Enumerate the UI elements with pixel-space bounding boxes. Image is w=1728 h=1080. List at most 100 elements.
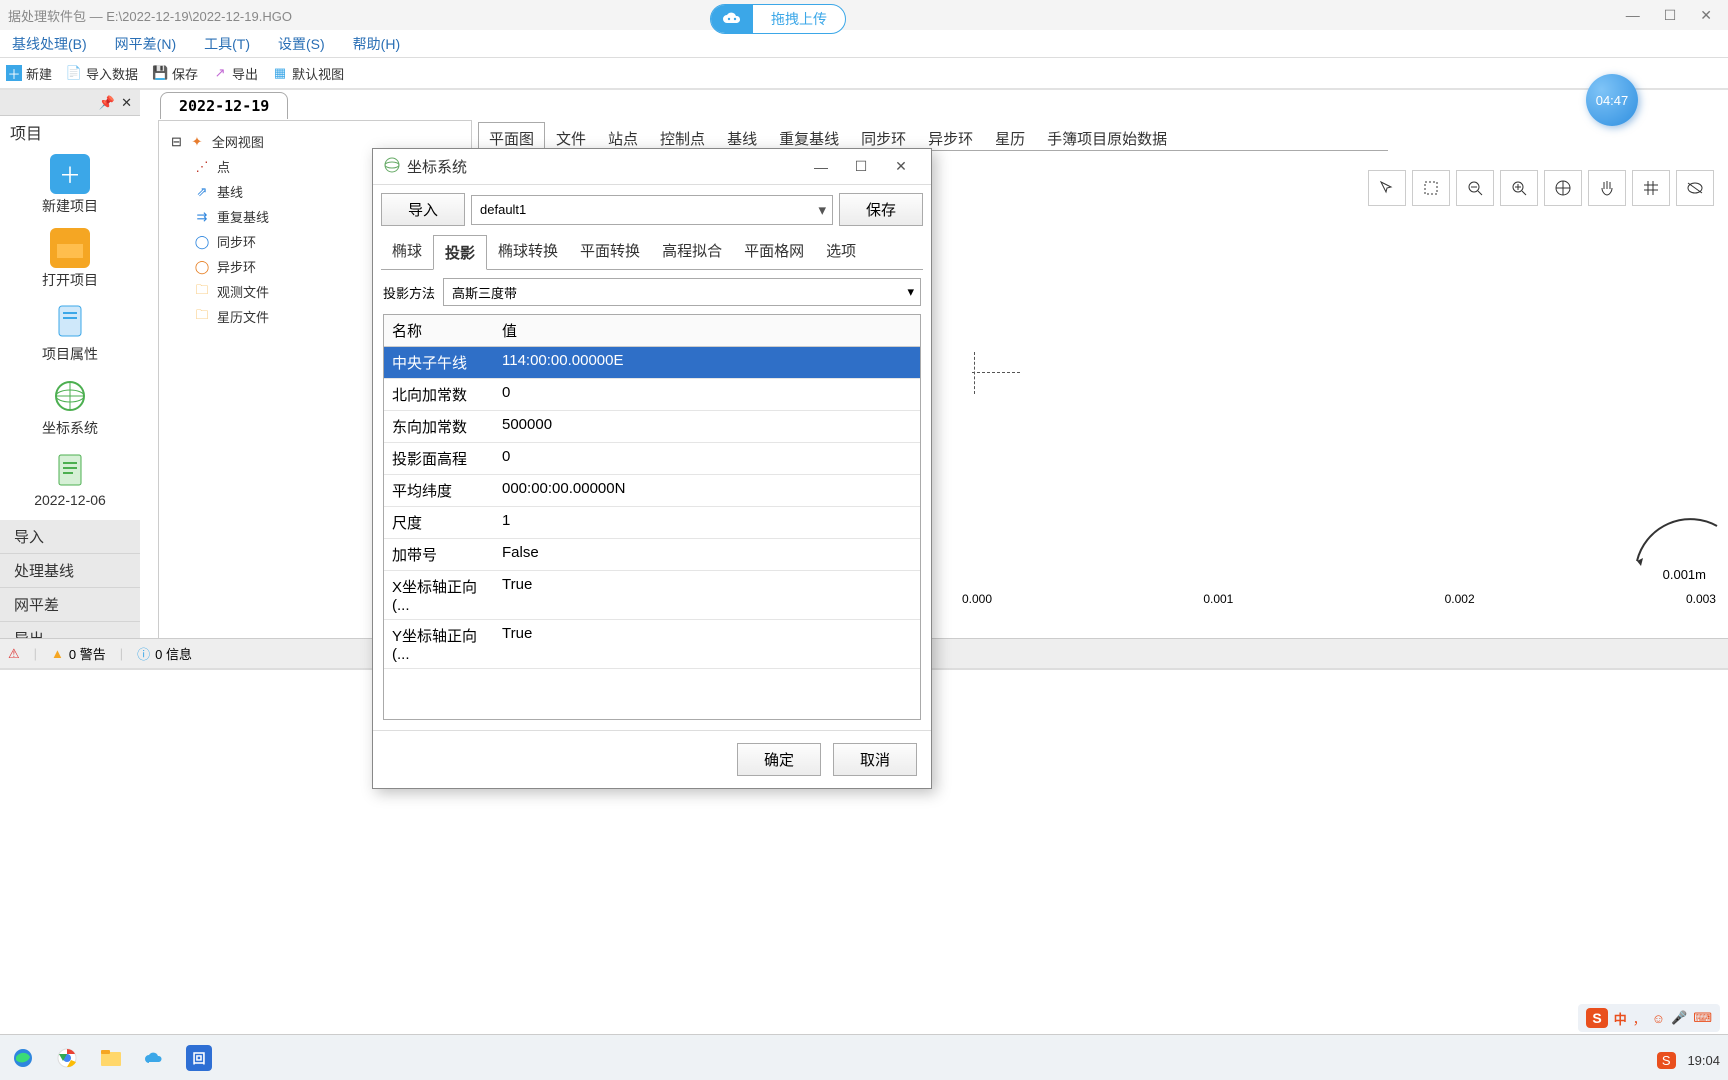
grid-row[interactable]: X坐标轴正向(...True	[384, 571, 920, 620]
zoom-extent-tool[interactable]	[1544, 170, 1582, 206]
app-icon[interactable]: 回	[186, 1045, 212, 1071]
tab-sync[interactable]: 同步环	[850, 122, 917, 150]
new-project[interactable]: ＋ 新建项目	[0, 148, 140, 222]
tab-ephemeris[interactable]: 星历	[984, 122, 1036, 150]
project-props[interactable]: 项目属性	[0, 296, 140, 370]
document-tab[interactable]: 2022-12-19	[160, 92, 288, 119]
dialog-maximize[interactable]: ☐	[841, 158, 881, 175]
tab-projection[interactable]: 投影	[433, 235, 487, 270]
pan-tool[interactable]	[1588, 170, 1626, 206]
tab-plane-grid[interactable]: 平面格网	[733, 234, 815, 269]
grid-row[interactable]: 中央子午线114:00:00.00000E	[384, 347, 920, 379]
folder-icon	[50, 228, 90, 268]
cell-value[interactable]: 0	[494, 443, 920, 474]
axis-marker-v	[974, 352, 975, 394]
ime-smile-icon[interactable]: ☺	[1652, 1011, 1665, 1026]
close-button[interactable]: ✕	[1700, 7, 1712, 24]
export-button[interactable]: ↗导出	[212, 64, 258, 83]
ok-button[interactable]: 确定	[737, 743, 821, 776]
explorer-icon[interactable]	[98, 1045, 124, 1071]
new-icon: ＋	[6, 65, 22, 81]
tab-options[interactable]: 选项	[815, 234, 867, 269]
main-toolbar: ＋新建 📄导入数据 💾保存 ↗导出 ▦默认视图	[0, 58, 1728, 90]
tab-ellip-trans[interactable]: 椭球转换	[487, 234, 569, 269]
cell-value[interactable]: True	[494, 620, 920, 668]
ime-s-icon[interactable]: S	[1586, 1008, 1607, 1028]
cell-value[interactable]: 500000	[494, 411, 920, 442]
menu-tools[interactable]: 工具(T)	[204, 34, 250, 54]
new-button[interactable]: ＋新建	[6, 64, 52, 83]
ellipse-tool[interactable]	[1676, 170, 1714, 206]
pointer-tool[interactable]	[1368, 170, 1406, 206]
tab-ellipsoid[interactable]: 椭球	[381, 234, 433, 269]
zoom-in-tool[interactable]	[1500, 170, 1538, 206]
import-button[interactable]: 📄导入数据	[66, 64, 138, 83]
grid-row[interactable]: 东向加常数500000	[384, 411, 920, 443]
menu-settings[interactable]: 设置(S)	[278, 34, 325, 54]
tab-file[interactable]: 文件	[545, 122, 597, 150]
action-import[interactable]: 导入	[0, 520, 140, 554]
panel-close-icon[interactable]: ✕	[121, 95, 132, 111]
dialog-close[interactable]: ✕	[881, 158, 921, 175]
maximize-button[interactable]: ☐	[1664, 7, 1677, 24]
proj-method-combo[interactable]: 高斯三度带	[443, 278, 921, 306]
cell-value[interactable]: False	[494, 539, 920, 570]
tab-rawdata[interactable]: 手簿项目原始数据	[1036, 122, 1178, 150]
ime-comma-icon[interactable]: ，	[1633, 1009, 1646, 1028]
grid-row[interactable]: 加带号False	[384, 539, 920, 571]
ime-keyboard-icon[interactable]: ⌨	[1693, 1010, 1712, 1026]
tab-station[interactable]: 站点	[597, 122, 649, 150]
status-info[interactable]: ⓘ0 信息	[137, 644, 192, 663]
tab-planview[interactable]: 平面图	[478, 122, 545, 150]
open-project[interactable]: 打开项目	[0, 222, 140, 296]
tab-repeat[interactable]: 重复基线	[768, 122, 850, 150]
menu-bar: 基线处理(B) 网平差(N) 工具(T) 设置(S) 帮助(H)	[0, 30, 1728, 58]
recent-project[interactable]: 2022-12-06	[0, 444, 140, 514]
taskbar-clock[interactable]: S 19:04	[1657, 1052, 1720, 1068]
dialog-import-button[interactable]: 导入	[381, 193, 465, 226]
minimize-button[interactable]: —	[1626, 7, 1640, 24]
cloud-app-icon[interactable]	[142, 1045, 168, 1071]
cell-value[interactable]: 0	[494, 379, 920, 410]
ime-mic-icon[interactable]: 🎤	[1671, 1010, 1687, 1026]
menu-netadj[interactable]: 网平差(N)	[115, 34, 176, 54]
grid-row[interactable]: 北向加常数0	[384, 379, 920, 411]
grid-row[interactable]: 平均纬度000:00:00.00000N	[384, 475, 920, 507]
dialog-save-button[interactable]: 保存	[839, 193, 923, 226]
cell-value[interactable]: 114:00:00.00000E	[494, 347, 920, 378]
collapse-icon[interactable]: ⊟	[171, 134, 182, 150]
save-button[interactable]: 💾保存	[152, 64, 198, 83]
status-warn[interactable]: ▲0 警告	[51, 644, 106, 663]
dialog-titlebar[interactable]: 坐标系统 — ☐ ✕	[373, 149, 931, 185]
ime-indicator[interactable]: S	[1657, 1052, 1676, 1069]
grid-row[interactable]: 投影面高程0	[384, 443, 920, 475]
menu-baseline[interactable]: 基线处理(B)	[12, 34, 87, 54]
cancel-button[interactable]: 取消	[833, 743, 917, 776]
upload-pill[interactable]: 拖拽上传	[710, 4, 846, 34]
cell-value[interactable]: 1	[494, 507, 920, 538]
select-rect-tool[interactable]	[1412, 170, 1450, 206]
default-view-button[interactable]: ▦默认视图	[272, 64, 344, 83]
chrome-icon[interactable]	[54, 1045, 80, 1071]
tab-height-fit[interactable]: 高程拟合	[651, 234, 733, 269]
cell-value[interactable]: 000:00:00.00000N	[494, 475, 920, 506]
ime-lang[interactable]: 中	[1614, 1009, 1627, 1028]
tab-control[interactable]: 控制点	[649, 122, 716, 150]
cell-name: 投影面高程	[384, 443, 494, 474]
edge-icon[interactable]	[10, 1045, 36, 1071]
action-netadj[interactable]: 网平差	[0, 588, 140, 622]
menu-help[interactable]: 帮助(H)	[353, 34, 400, 54]
tab-async[interactable]: 异步环	[917, 122, 984, 150]
profile-combo[interactable]: default1	[471, 195, 833, 225]
grid-tool[interactable]	[1632, 170, 1670, 206]
grid-row[interactable]: Y坐标轴正向(...True	[384, 620, 920, 669]
pin-icon[interactable]: 📌	[99, 95, 115, 111]
grid-row[interactable]: 尺度1	[384, 507, 920, 539]
zoom-out-tool[interactable]	[1456, 170, 1494, 206]
tab-plane-trans[interactable]: 平面转换	[569, 234, 651, 269]
cell-value[interactable]: True	[494, 571, 920, 619]
coord-system[interactable]: 坐标系统	[0, 370, 140, 444]
tab-baseline[interactable]: 基线	[716, 122, 768, 150]
action-baseline[interactable]: 处理基线	[0, 554, 140, 588]
dialog-minimize[interactable]: —	[801, 159, 841, 175]
